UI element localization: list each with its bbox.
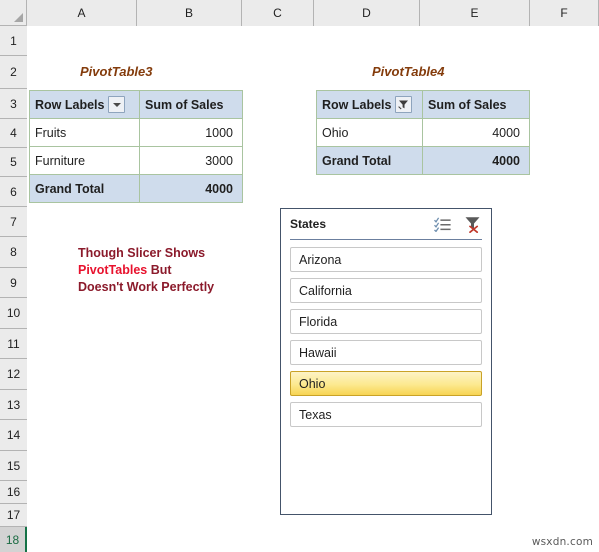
- column-header-b[interactable]: B: [137, 0, 242, 26]
- column-header-c[interactable]: C: [242, 0, 314, 26]
- row-header-14[interactable]: 14: [0, 420, 27, 451]
- dropdown-arrow-icon[interactable]: [108, 96, 126, 113]
- table-row: Fruits 1000: [29, 118, 243, 147]
- table-row: Furniture 3000: [29, 146, 243, 175]
- row-header-18[interactable]: 18: [0, 527, 27, 552]
- annotation-line-2: PivotTables But: [78, 262, 214, 279]
- annotation-line-1: Though Slicer Shows: [78, 246, 206, 260]
- annotation-line-3: Doesn't Work Perfectly: [78, 280, 215, 294]
- pt4-header-row-labels-text: Row Labels: [322, 97, 392, 112]
- column-header-e[interactable]: E: [420, 0, 530, 26]
- slicer-item-california[interactable]: California: [290, 278, 482, 303]
- slicer-item-texas[interactable]: Texas: [290, 402, 482, 427]
- select-all-triangle-icon: [14, 13, 23, 22]
- table-row: Grand Total 4000: [316, 146, 530, 175]
- pivot-table-3-title: PivotTable3: [80, 64, 153, 79]
- row-header-9[interactable]: 9: [0, 268, 27, 298]
- pivot-table-4[interactable]: Row Labels Sum of Sales Ohio 4000 Grand …: [316, 90, 530, 175]
- slicer-item-florida[interactable]: Florida: [290, 309, 482, 334]
- row-header-2[interactable]: 2: [0, 56, 27, 89]
- annotation-highlight: PivotTables: [78, 263, 148, 277]
- pt3-row-value-1: 3000: [139, 146, 243, 175]
- spreadsheet-grid: A B C D E F 1 2 3 4 5 6 7 8 9 10 11 12 1…: [0, 0, 599, 552]
- pt4-header-value: Sum of Sales: [422, 90, 530, 119]
- column-header-d[interactable]: D: [314, 0, 420, 26]
- pt3-row-label-0: Fruits: [29, 118, 140, 147]
- pt3-row-value-0: 1000: [139, 118, 243, 147]
- pt4-row-value-0: 4000: [422, 118, 530, 147]
- table-row: Row Labels Sum of Sales: [29, 90, 243, 119]
- row-header-7[interactable]: 7: [0, 207, 27, 237]
- pt3-grand-total-value: 4000: [139, 174, 243, 203]
- pivot-table-3[interactable]: Row Labels Sum of Sales Fruits 1000 Furn…: [29, 90, 243, 203]
- row-header-15[interactable]: 15: [0, 451, 27, 481]
- pt4-header-row-labels: Row Labels: [316, 90, 423, 119]
- pt3-row-label-1: Furniture: [29, 146, 140, 175]
- slicer-header: States: [281, 209, 491, 239]
- table-row: Row Labels Sum of Sales: [316, 90, 530, 119]
- pt3-header-value: Sum of Sales: [139, 90, 243, 119]
- slicer-item-hawaii[interactable]: Hawaii: [290, 340, 482, 365]
- column-header-f[interactable]: F: [530, 0, 599, 26]
- pivot-table-4-title: PivotTable4: [372, 64, 445, 79]
- table-row: Ohio 4000: [316, 118, 530, 147]
- row-header-11[interactable]: 11: [0, 329, 27, 359]
- row-header-8[interactable]: 8: [0, 237, 27, 268]
- clear-filter-icon[interactable]: [464, 216, 482, 233]
- watermark: wsxdn.com: [531, 536, 593, 548]
- row-header-13[interactable]: 13: [0, 390, 27, 420]
- row-header-5[interactable]: 5: [0, 148, 27, 177]
- row-header-3[interactable]: 3: [0, 89, 27, 119]
- slicer-title: States: [290, 217, 327, 231]
- pt3-header-row-labels: Row Labels: [29, 90, 140, 119]
- table-row: Grand Total 4000: [29, 174, 243, 203]
- select-all-corner[interactable]: [0, 0, 27, 26]
- row-header-16[interactable]: 16: [0, 481, 27, 504]
- funnel-filter-applied-icon[interactable]: [395, 96, 413, 113]
- pt4-grand-total-value: 4000: [422, 146, 530, 175]
- multi-select-icon[interactable]: [434, 216, 451, 232]
- row-header-12[interactable]: 12: [0, 359, 27, 390]
- pt4-grand-total-label: Grand Total: [316, 146, 423, 175]
- row-header-4[interactable]: 4: [0, 119, 27, 148]
- slicer-item-arizona[interactable]: Arizona: [290, 247, 482, 272]
- slicer-header-divider: [290, 239, 482, 240]
- annotation-text: Though Slicer Shows PivotTables But Does…: [78, 245, 214, 296]
- pt3-header-row-labels-text: Row Labels: [35, 97, 105, 112]
- column-header-a[interactable]: A: [27, 0, 137, 26]
- pt3-grand-total-label: Grand Total: [29, 174, 140, 203]
- pt4-row-label-0: Ohio: [316, 118, 423, 147]
- row-header-10[interactable]: 10: [0, 298, 27, 329]
- row-header-1[interactable]: 1: [0, 26, 27, 56]
- row-header-6[interactable]: 6: [0, 177, 27, 207]
- row-header-17[interactable]: 17: [0, 504, 27, 527]
- slicer-states[interactable]: States Arizona California Florida Hawaii…: [280, 208, 492, 515]
- slicer-item-ohio[interactable]: Ohio: [290, 371, 482, 396]
- annotation-line-2-rest: But: [147, 263, 172, 277]
- slicer-item-list: Arizona California Florida Hawaii Ohio T…: [281, 247, 491, 427]
